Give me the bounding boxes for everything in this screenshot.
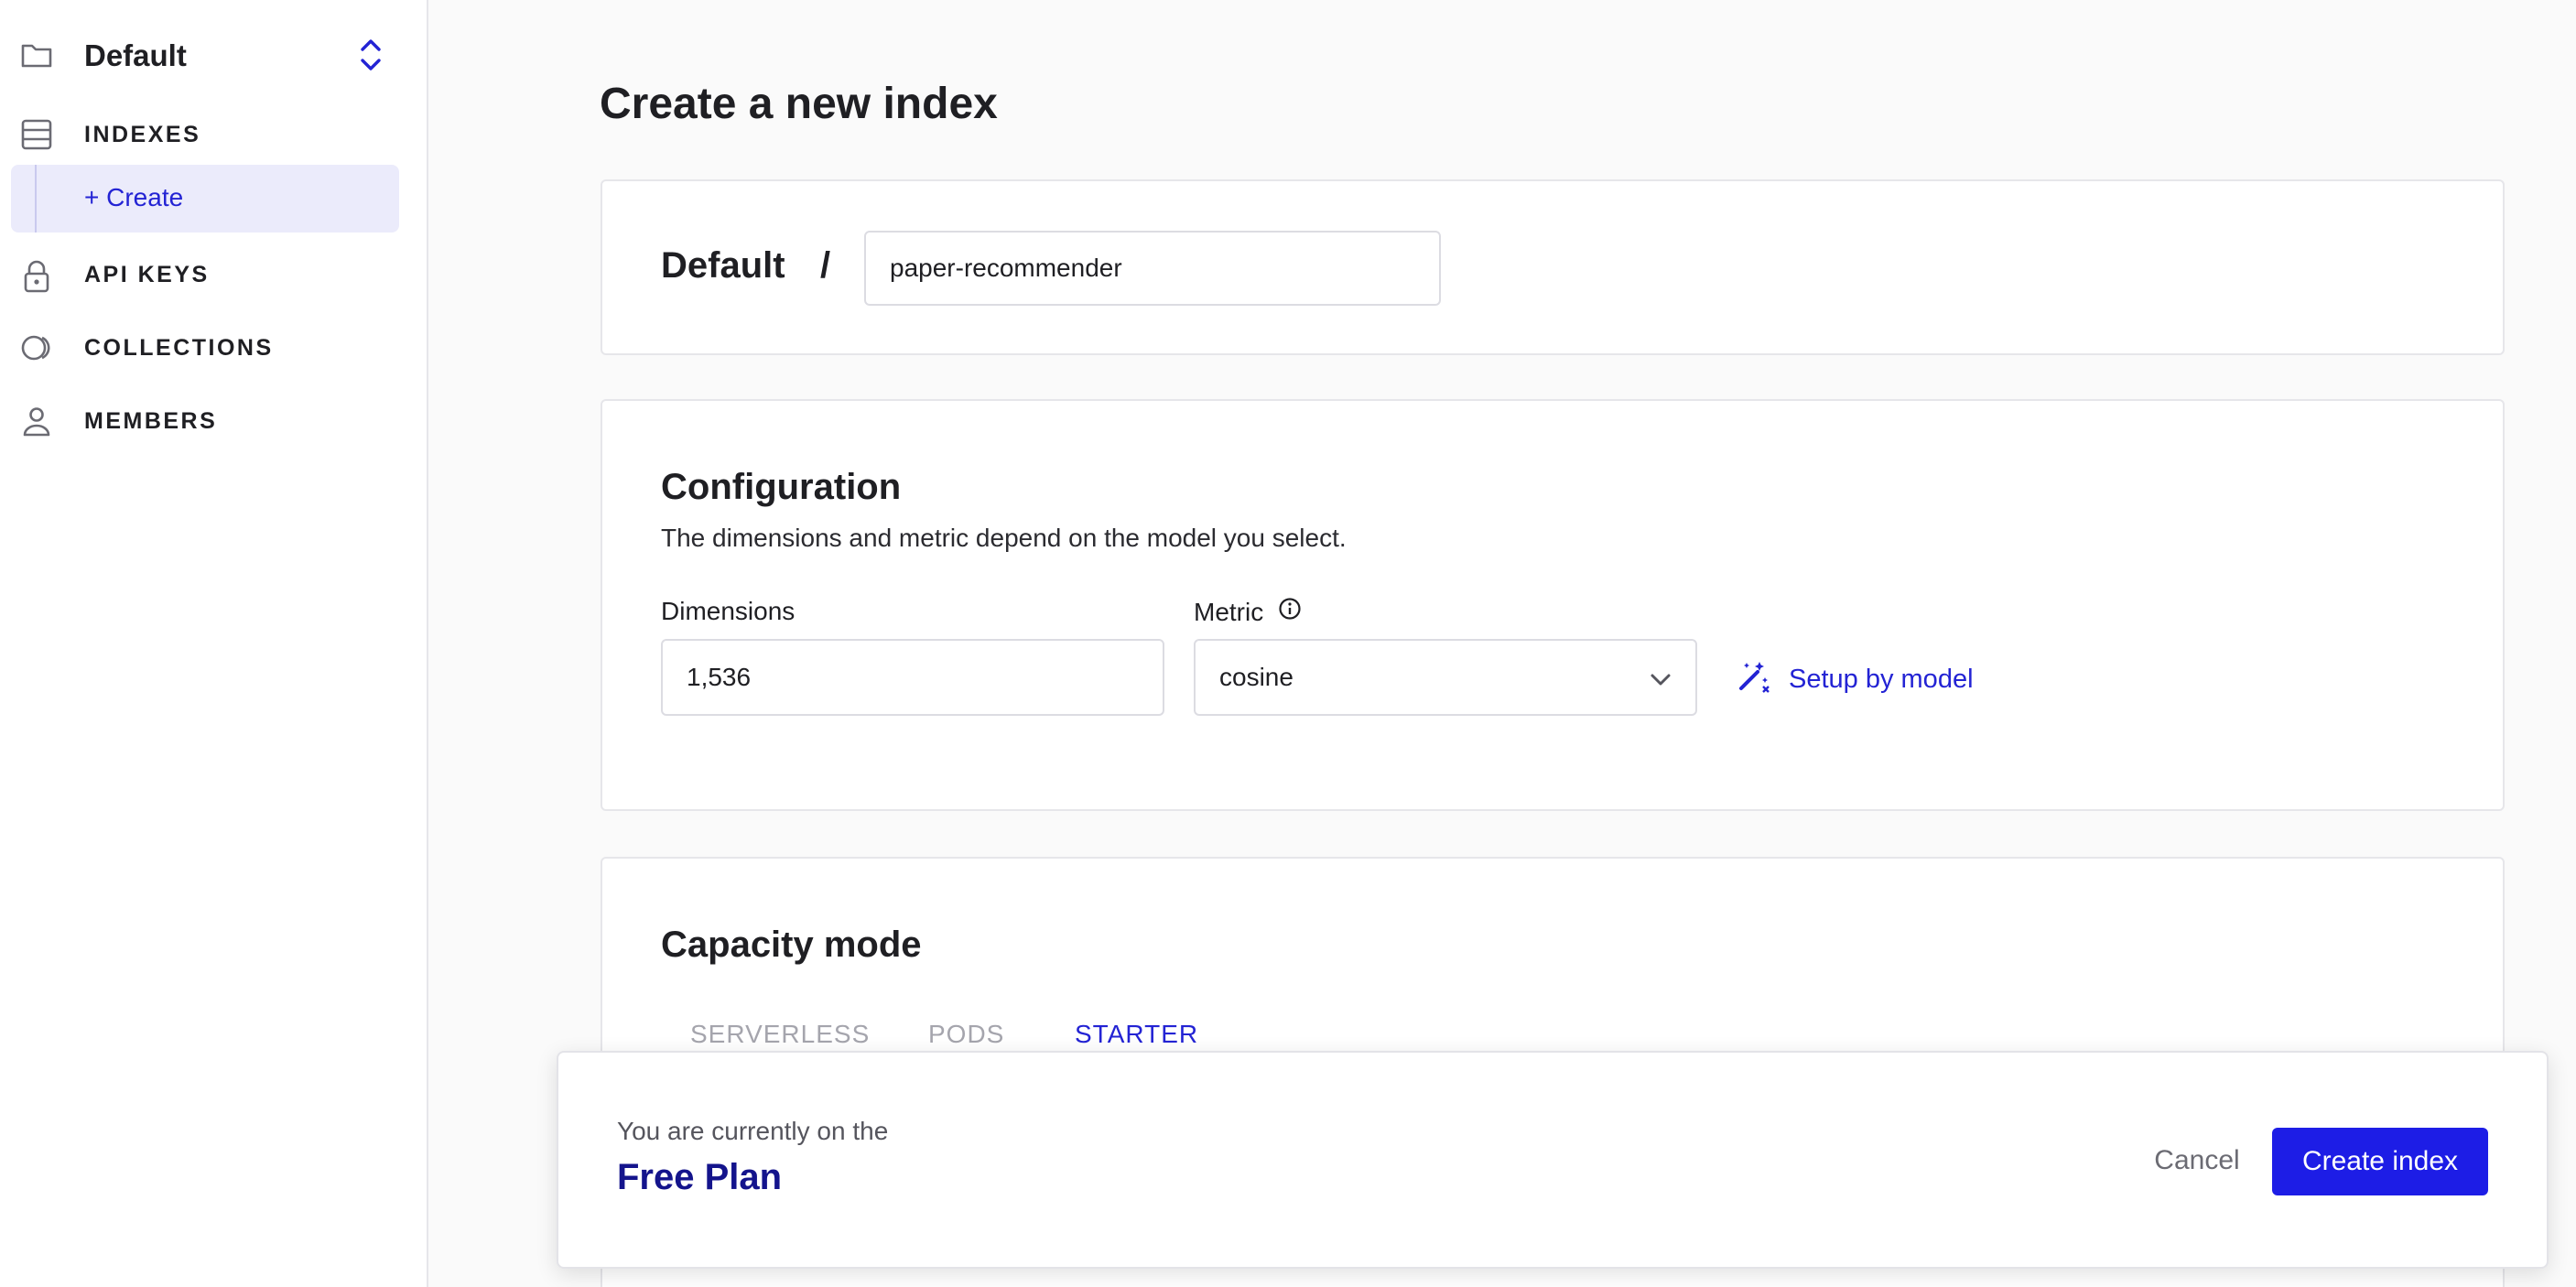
tab-starter[interactable]: STARTER [1075, 1020, 1198, 1049]
plan-name: Free Plan [617, 1157, 783, 1197]
tab-serverless[interactable]: SERVERLESS [690, 1020, 870, 1049]
page-title: Create a new index [600, 80, 998, 128]
footer-action-bar: You are currently on the Free Plan Cance… [557, 1051, 2549, 1269]
breadcrumb-separator: / [820, 245, 831, 286]
app-root: Default INDEXES + Create API KEYS COLLEC… [0, 0, 2576, 1287]
sidebar: Default INDEXES + Create API KEYS COLLEC… [0, 0, 428, 1287]
sidebar-item-indexes[interactable]: INDEXES [0, 107, 428, 162]
sidebar-item-label: API KEYS [84, 261, 210, 287]
metric-label-row: Metric [1194, 597, 1302, 627]
tab-pods[interactable]: PODS [928, 1020, 1004, 1049]
cancel-button[interactable]: Cancel [2115, 1133, 2279, 1188]
collections-icon [18, 331, 55, 364]
nav-rail [35, 165, 37, 233]
magic-wand-icon [1736, 657, 1772, 701]
setup-by-model-link[interactable]: Setup by model [1736, 657, 1974, 701]
configuration-title: Configuration [661, 467, 902, 507]
sidebar-item-label: MEMBERS [84, 407, 218, 434]
sidebar-item-collections[interactable]: COLLECTIONS [0, 320, 428, 375]
chevron-up-down-icon[interactable] [357, 35, 384, 80]
sidebar-item-label: COLLECTIONS [84, 334, 274, 361]
metric-select-value: cosine [1219, 663, 1293, 691]
setup-by-model-label: Setup by model [1789, 664, 1974, 694]
configuration-description: The dimensions and metric depend on the … [661, 524, 1347, 552]
capacity-title: Capacity mode [661, 925, 922, 965]
breadcrumb-project: Default [661, 245, 785, 286]
dimensions-input[interactable]: 1,536 [661, 639, 1164, 716]
dimensions-label: Dimensions [661, 597, 796, 625]
info-icon[interactable] [1278, 597, 1302, 627]
database-icon [18, 118, 55, 151]
sidebar-item-members[interactable]: MEMBERS [0, 394, 428, 449]
sidebar-item-label: INDEXES [84, 121, 201, 147]
create-index-button[interactable]: Create index [2272, 1128, 2488, 1195]
sidebar-item-label: + Create [84, 183, 184, 211]
user-icon [18, 405, 55, 438]
sidebar-item-api-keys[interactable]: API KEYS [0, 247, 428, 302]
metric-label: Metric [1194, 597, 1264, 626]
folder-icon [20, 40, 53, 74]
configuration-card: Configuration The dimensions and metric … [601, 399, 2505, 811]
project-name: Default [84, 38, 187, 72]
metric-select[interactable]: cosine [1194, 639, 1697, 716]
sidebar-item-create[interactable]: + Create [11, 165, 399, 233]
plan-caption: You are currently on the [617, 1117, 889, 1145]
index-name-input[interactable]: paper-recommender [864, 231, 1441, 306]
lock-icon [18, 258, 55, 293]
project-switcher[interactable]: Default [0, 22, 428, 88]
chevron-down-icon [1648, 666, 1673, 698]
index-name-card: Default / paper-recommender [601, 179, 2505, 355]
